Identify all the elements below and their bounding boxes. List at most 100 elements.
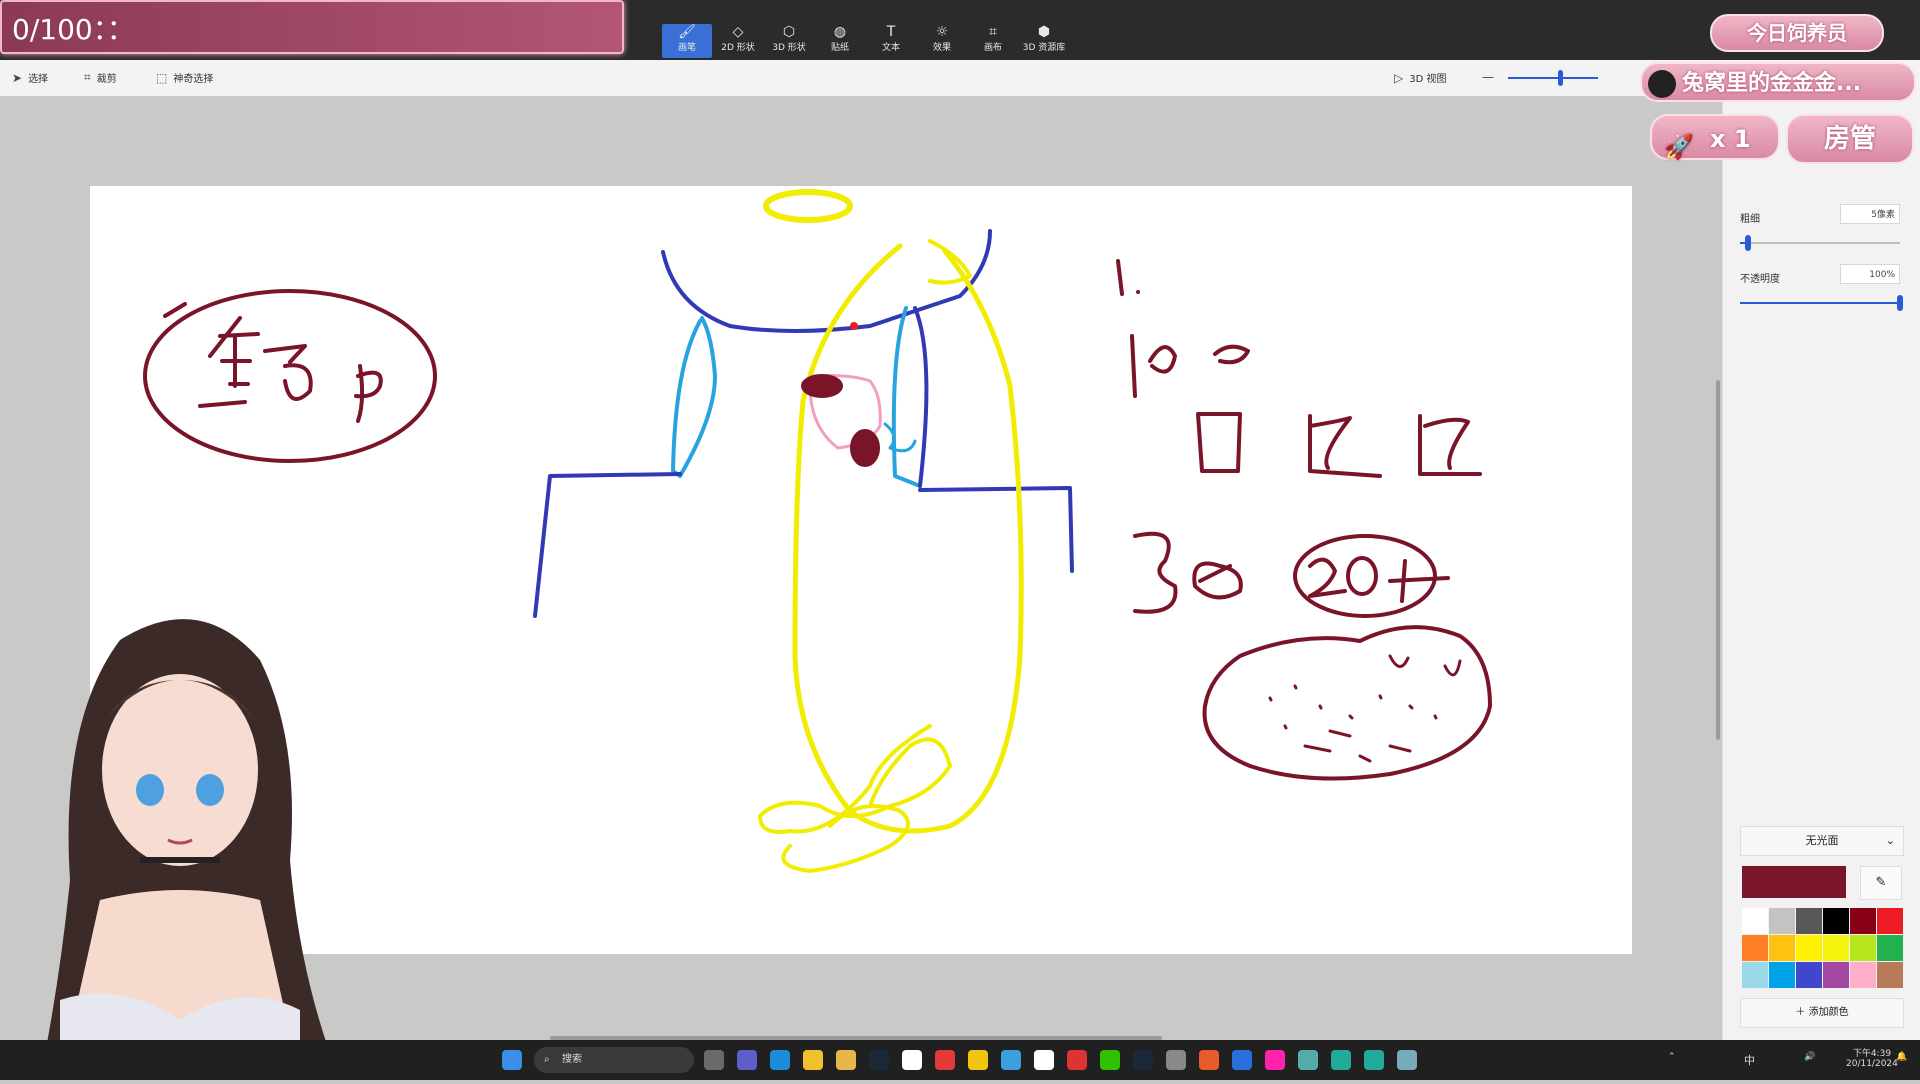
tool-text[interactable]: T 文本: [866, 24, 916, 58]
taskbar-app-icon[interactable]: [704, 1050, 724, 1070]
taskbar-app-icon[interactable]: [1265, 1050, 1285, 1070]
taskbar-app-icon[interactable]: [836, 1050, 856, 1070]
palette-swatch[interactable]: [1850, 962, 1876, 988]
taskbar-app-icon[interactable]: [1100, 1050, 1120, 1070]
maroon-ellipse-204: [1293, 534, 1437, 618]
palette-swatch[interactable]: [1877, 962, 1903, 988]
taskbar-app-icon[interactable]: [1199, 1050, 1219, 1070]
thickness-slider-thumb[interactable]: [1745, 235, 1751, 251]
canvas-icon: ⌗: [989, 24, 997, 40]
tool-label: 画笔: [677, 43, 696, 53]
clock[interactable]: 下午4:39 20/11/2024: [1846, 1046, 1898, 1069]
numeral-3: [1133, 531, 1178, 614]
zoom-slider-thumb[interactable]: [1558, 70, 1563, 86]
tray-chevron-icon[interactable]: ⌃: [1668, 1052, 1676, 1062]
character-stroke-2: [263, 344, 313, 401]
opacity-input[interactable]: 100%: [1840, 264, 1900, 284]
opacity-label: 不透明度: [1740, 274, 1780, 285]
feeder-rank-overlay: 今日饲养员 兔窝里的金金金... 🚀 x 1 房管: [1640, 10, 1920, 170]
palette-swatch[interactable]: [1742, 962, 1768, 988]
view3d-button[interactable]: ▷ 3D 视图: [1394, 70, 1446, 86]
taskbar-app-icon[interactable]: [1397, 1050, 1417, 1070]
palette-swatch[interactable]: [1850, 908, 1876, 934]
palette-swatch[interactable]: [1742, 908, 1768, 934]
volume-icon[interactable]: 🔊: [1804, 1052, 1815, 1062]
tool-shape-2d[interactable]: ◇ 2D 形状: [713, 24, 763, 58]
taskbar-app-icon[interactable]: [902, 1050, 922, 1070]
palette-swatch[interactable]: [1823, 935, 1849, 961]
maroon-blob-outline: [1202, 625, 1492, 781]
taskbar-app-icon[interactable]: [1067, 1050, 1087, 1070]
magic-select-icon: ⬚: [156, 70, 168, 85]
taskbar-app-icon[interactable]: [1166, 1050, 1186, 1070]
taskbar-app-icon[interactable]: [1298, 1050, 1318, 1070]
notification-icon[interactable]: 🔔: [1896, 1052, 1907, 1062]
tool-canvas[interactable]: ⌗ 画布: [968, 24, 1018, 58]
taskbar-app-icon[interactable]: [1331, 1050, 1351, 1070]
palette-swatch[interactable]: [1823, 908, 1849, 934]
taskbar-app-icon[interactable]: [770, 1050, 790, 1070]
taskbar-app-icon[interactable]: [737, 1050, 757, 1070]
thickness-label: 粗细: [1740, 214, 1760, 225]
current-color-swatch[interactable]: [1742, 866, 1846, 898]
square-glyph-2: [1308, 414, 1382, 478]
blue-left-step: [533, 472, 682, 618]
taskbar-search[interactable]: ⌕ 搜索: [534, 1047, 694, 1073]
tool-library-3d[interactable]: ⬢ 3D 资源库: [1019, 24, 1069, 58]
tool-effects[interactable]: ☼ 效果: [917, 24, 967, 58]
taskbar-app-icon[interactable]: [968, 1050, 988, 1070]
magic-select-button[interactable]: ⬚ 神奇选择: [156, 70, 213, 86]
taskbar-app-icon[interactable]: [1364, 1050, 1384, 1070]
taskbar: ⌕ 搜索 ⌃ 中 🔊 下午4:39 20/11/2024 🔔: [0, 1040, 1920, 1080]
taskbar-app-icon[interactable]: [935, 1050, 955, 1070]
taskbar-app-icon[interactable]: [1232, 1050, 1252, 1070]
palette-swatch[interactable]: [1769, 962, 1795, 988]
zoom-out-button[interactable]: —: [1482, 70, 1494, 84]
opacity-slider[interactable]: [1740, 302, 1900, 304]
palette-swatch[interactable]: [1769, 935, 1795, 961]
tool-label: 文本: [881, 43, 900, 53]
overlay-gift-count: 🚀 x 1: [1650, 114, 1780, 161]
tool-shape-3d[interactable]: ⬡ 3D 形状: [764, 24, 814, 58]
zoom-slider[interactable]: [1508, 77, 1598, 79]
thickness-input[interactable]: 5像素: [1840, 204, 1900, 224]
shape-2d-icon: ◇: [732, 24, 744, 40]
ime-indicator[interactable]: 中: [1744, 1052, 1755, 1068]
tool-brush[interactable]: 🖌 画笔: [662, 24, 712, 58]
eyedropper-button[interactable]: ✎: [1860, 866, 1902, 900]
numeral-4: [1388, 559, 1450, 603]
thickness-slider[interactable]: [1740, 242, 1900, 244]
taskbar-app-icon[interactable]: [1034, 1050, 1054, 1070]
numeral-10: [1130, 334, 1177, 398]
palette-swatch[interactable]: [1850, 935, 1876, 961]
taskbar-app-icon[interactable]: [1001, 1050, 1021, 1070]
palette-swatch[interactable]: [1877, 935, 1903, 961]
opacity-slider-thumb[interactable]: [1897, 295, 1903, 311]
view3d-icon: ▷: [1394, 70, 1404, 85]
add-color-button[interactable]: ＋ 添加颜色: [1740, 998, 1904, 1028]
palette-swatch[interactable]: [1823, 962, 1849, 988]
yellow-scribble-1: [758, 724, 952, 834]
palette-swatch[interactable]: [1877, 908, 1903, 934]
sticker-icon: ◍: [833, 24, 847, 40]
yellow-scribble-2: [781, 804, 910, 873]
palette-swatch[interactable]: [1742, 935, 1768, 961]
palette-swatch[interactable]: [1796, 935, 1822, 961]
crop-button[interactable]: ⌗ 裁剪: [84, 70, 117, 85]
finish-dropdown[interactable]: 无光面 ⌄: [1740, 826, 1904, 856]
tool-sticker[interactable]: ◍ 贴纸: [815, 24, 865, 58]
taskbar-app-icon[interactable]: [869, 1050, 889, 1070]
vertical-scrollbar[interactable]: [1716, 380, 1720, 740]
taskbar-app-icon[interactable]: [803, 1050, 823, 1070]
palette-swatch[interactable]: [1796, 962, 1822, 988]
start-icon[interactable]: [502, 1050, 522, 1070]
palette-swatch[interactable]: [1769, 908, 1795, 934]
select-button[interactable]: ➤ 选择: [12, 70, 48, 86]
taskbar-app-icon[interactable]: [1133, 1050, 1153, 1070]
square-glyph-3: [1418, 414, 1482, 476]
square-glyph-1: [1196, 412, 1242, 473]
overlay-role: 房管: [1786, 114, 1914, 164]
effects-icon: ☼: [935, 24, 949, 40]
numeral-0: [1346, 556, 1378, 596]
palette-swatch[interactable]: [1796, 908, 1822, 934]
